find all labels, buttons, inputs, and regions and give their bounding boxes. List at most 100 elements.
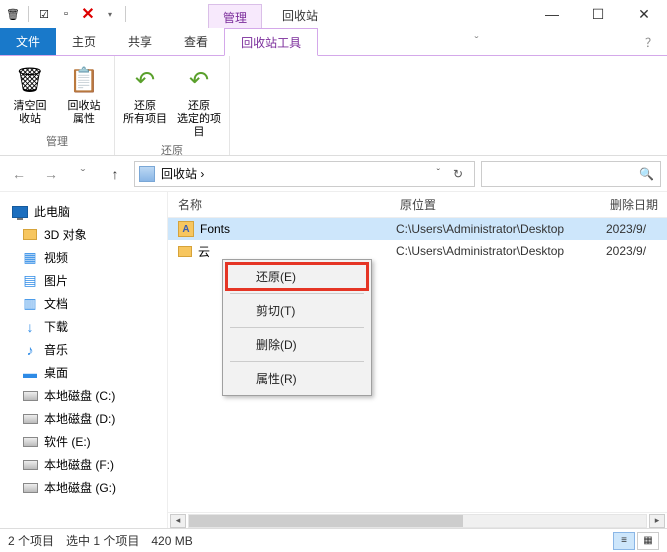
- tree-item[interactable]: ▦视频: [4, 246, 163, 269]
- tree-item[interactable]: 本地磁盘 (F:): [4, 453, 163, 476]
- recycle-bin-properties-button[interactable]: 📋 回收站 属性: [60, 60, 108, 131]
- recycle-bin-small-icon: [139, 166, 155, 182]
- address-dropdown-icon[interactable]: ˇ: [437, 168, 440, 179]
- ribbon-collapse-icon[interactable]: ˇ: [465, 28, 489, 55]
- up-button[interactable]: ↑: [102, 161, 128, 187]
- tab-file[interactable]: 文件: [0, 28, 56, 55]
- scroll-thumb[interactable]: [189, 515, 463, 527]
- drive-icon: [23, 460, 38, 470]
- system-folder-icon: ▥: [23, 295, 36, 312]
- empty-recycle-bin-button[interactable]: 🗑 清空回 收站: [6, 60, 54, 131]
- restore-all-button[interactable]: ↶ 还原 所有项目: [121, 60, 169, 140]
- tab-view[interactable]: 查看: [168, 28, 224, 55]
- tree-item[interactable]: 本地磁盘 (G:): [4, 476, 163, 499]
- fonts-folder-icon: A: [178, 221, 194, 237]
- label: 本地磁盘 (F:): [44, 456, 114, 473]
- blank-icon[interactable]: ▫: [57, 5, 75, 23]
- status-bar: 2 个项目 选中 1 个项目 420 MB ≡ ▦: [0, 528, 667, 552]
- context-menu: 还原(E) 剪切(T) 删除(D) 属性(R): [222, 259, 372, 396]
- scroll-left-icon[interactable]: ◂: [170, 514, 186, 528]
- ctx-restore[interactable]: 还原(E): [226, 263, 368, 290]
- restore-all-icon: ↶: [129, 64, 161, 96]
- label: 本地磁盘 (D:): [44, 410, 115, 427]
- maximize-button[interactable]: ☐: [575, 0, 621, 28]
- view-mode-buttons: ≡ ▦: [613, 532, 659, 550]
- tab-recycle-bin-tools[interactable]: 回收站工具: [224, 28, 318, 56]
- scroll-right-icon[interactable]: ▸: [649, 514, 665, 528]
- group-label: 还原: [121, 140, 223, 160]
- separator: [230, 327, 364, 328]
- tree-this-pc[interactable]: 此电脑: [4, 200, 163, 223]
- manage-context-tab[interactable]: 管理: [208, 4, 262, 28]
- file-name: Fonts: [200, 222, 230, 236]
- qat-dropdown-icon[interactable]: ▾: [101, 5, 119, 23]
- properties-icon: 📋: [68, 64, 100, 96]
- close-button[interactable]: ✕: [621, 0, 667, 28]
- tab-home[interactable]: 主页: [56, 28, 112, 55]
- monitor-icon: [12, 204, 28, 220]
- ctx-delete[interactable]: 删除(D): [226, 331, 368, 358]
- col-delete-date[interactable]: 删除日期: [606, 196, 667, 213]
- ribbon: 🗑 清空回 收站 📋 回收站 属性 管理 ↶ 还原 所有项目 ↶ 还原 选定的项…: [0, 56, 667, 156]
- refresh-button[interactable]: ↻: [446, 167, 470, 181]
- minimize-button[interactable]: —: [529, 0, 575, 28]
- tree-item[interactable]: ▬桌面: [4, 361, 163, 384]
- window-controls: — ☐ ✕: [529, 0, 667, 28]
- window-title: 回收站: [262, 1, 338, 28]
- quick-access-toolbar: 🗑 ☑ ▫ ✕ ▾: [0, 0, 128, 28]
- forward-button[interactable]: →: [38, 161, 64, 187]
- restore-selected-button[interactable]: ↶ 还原 选定的项目: [175, 60, 223, 140]
- folder-icon: [178, 246, 192, 257]
- system-folder-icon: ▤: [23, 272, 36, 289]
- tree-item[interactable]: ▤图片: [4, 269, 163, 292]
- thumbnails-view-button[interactable]: ▦: [637, 532, 659, 550]
- drive-icon: [23, 391, 38, 401]
- ctx-properties[interactable]: 属性(R): [226, 365, 368, 392]
- file-name: 云: [198, 243, 210, 260]
- delete-date: 2023/9/: [606, 222, 667, 236]
- horizontal-scrollbar[interactable]: ◂ ▸: [168, 512, 667, 528]
- details-view-button[interactable]: ≡: [613, 532, 635, 550]
- tree-item[interactable]: ↓下载: [4, 315, 163, 338]
- label: 清空回 收站: [14, 100, 47, 126]
- address-text: 回收站 ›: [161, 165, 431, 182]
- history-dropdown[interactable]: ˇ: [70, 161, 96, 187]
- label: 桌面: [44, 364, 68, 381]
- nav-bar: ← → ˇ ↑ 回收站 › ˇ ↻ 🔍: [0, 156, 667, 192]
- label: 本地磁盘 (C:): [44, 387, 115, 404]
- ctx-cut[interactable]: 剪切(T): [226, 297, 368, 324]
- tree-item[interactable]: 本地磁盘 (C:): [4, 384, 163, 407]
- item-count: 2 个项目: [8, 532, 54, 549]
- tree-item[interactable]: 软件 (E:): [4, 430, 163, 453]
- folder-icon: [23, 229, 37, 240]
- divider: [125, 6, 126, 22]
- label: 文档: [44, 295, 68, 312]
- divider: [28, 6, 29, 22]
- tree-item[interactable]: 3D 对象: [4, 223, 163, 246]
- tree-item[interactable]: ▥ 文档: [4, 292, 163, 315]
- restore-selected-icon: ↶: [183, 64, 215, 96]
- col-name[interactable]: 名称: [168, 196, 396, 213]
- checkbox-icon[interactable]: ☑: [35, 5, 53, 23]
- back-button[interactable]: ←: [6, 161, 32, 187]
- search-icon: 🔍: [639, 167, 654, 181]
- drive-icon: [23, 414, 38, 424]
- separator: [230, 293, 364, 294]
- column-headers[interactable]: 名称 原位置 删除日期: [168, 192, 667, 218]
- selection-count: 选中 1 个项目: [66, 532, 139, 549]
- address-bar[interactable]: 回收站 › ˇ ↻: [134, 161, 475, 187]
- tree-item[interactable]: ♪音乐: [4, 338, 163, 361]
- search-box[interactable]: 🔍: [481, 161, 661, 187]
- tree-item[interactable]: 本地磁盘 (D:): [4, 407, 163, 430]
- label: 3D 对象: [44, 226, 87, 243]
- navigation-tree[interactable]: 此电脑 3D 对象 ▦视频▤图片 ▥ 文档 ↓下载♪音乐▬桌面本地磁盘 (C:) 本地磁盘…: [0, 192, 168, 528]
- tab-share[interactable]: 共享: [112, 28, 168, 55]
- col-original-location[interactable]: 原位置: [396, 196, 606, 213]
- scroll-track[interactable]: [188, 514, 647, 528]
- separator: [230, 361, 364, 362]
- help-icon[interactable]: ？: [635, 28, 667, 55]
- close-red-icon[interactable]: ✕: [79, 5, 97, 23]
- group-label: 管理: [6, 131, 108, 151]
- file-row[interactable]: AFontsC:\Users\Administrator\Desktop2023…: [168, 218, 667, 240]
- system-folder-icon: ♪: [27, 342, 34, 358]
